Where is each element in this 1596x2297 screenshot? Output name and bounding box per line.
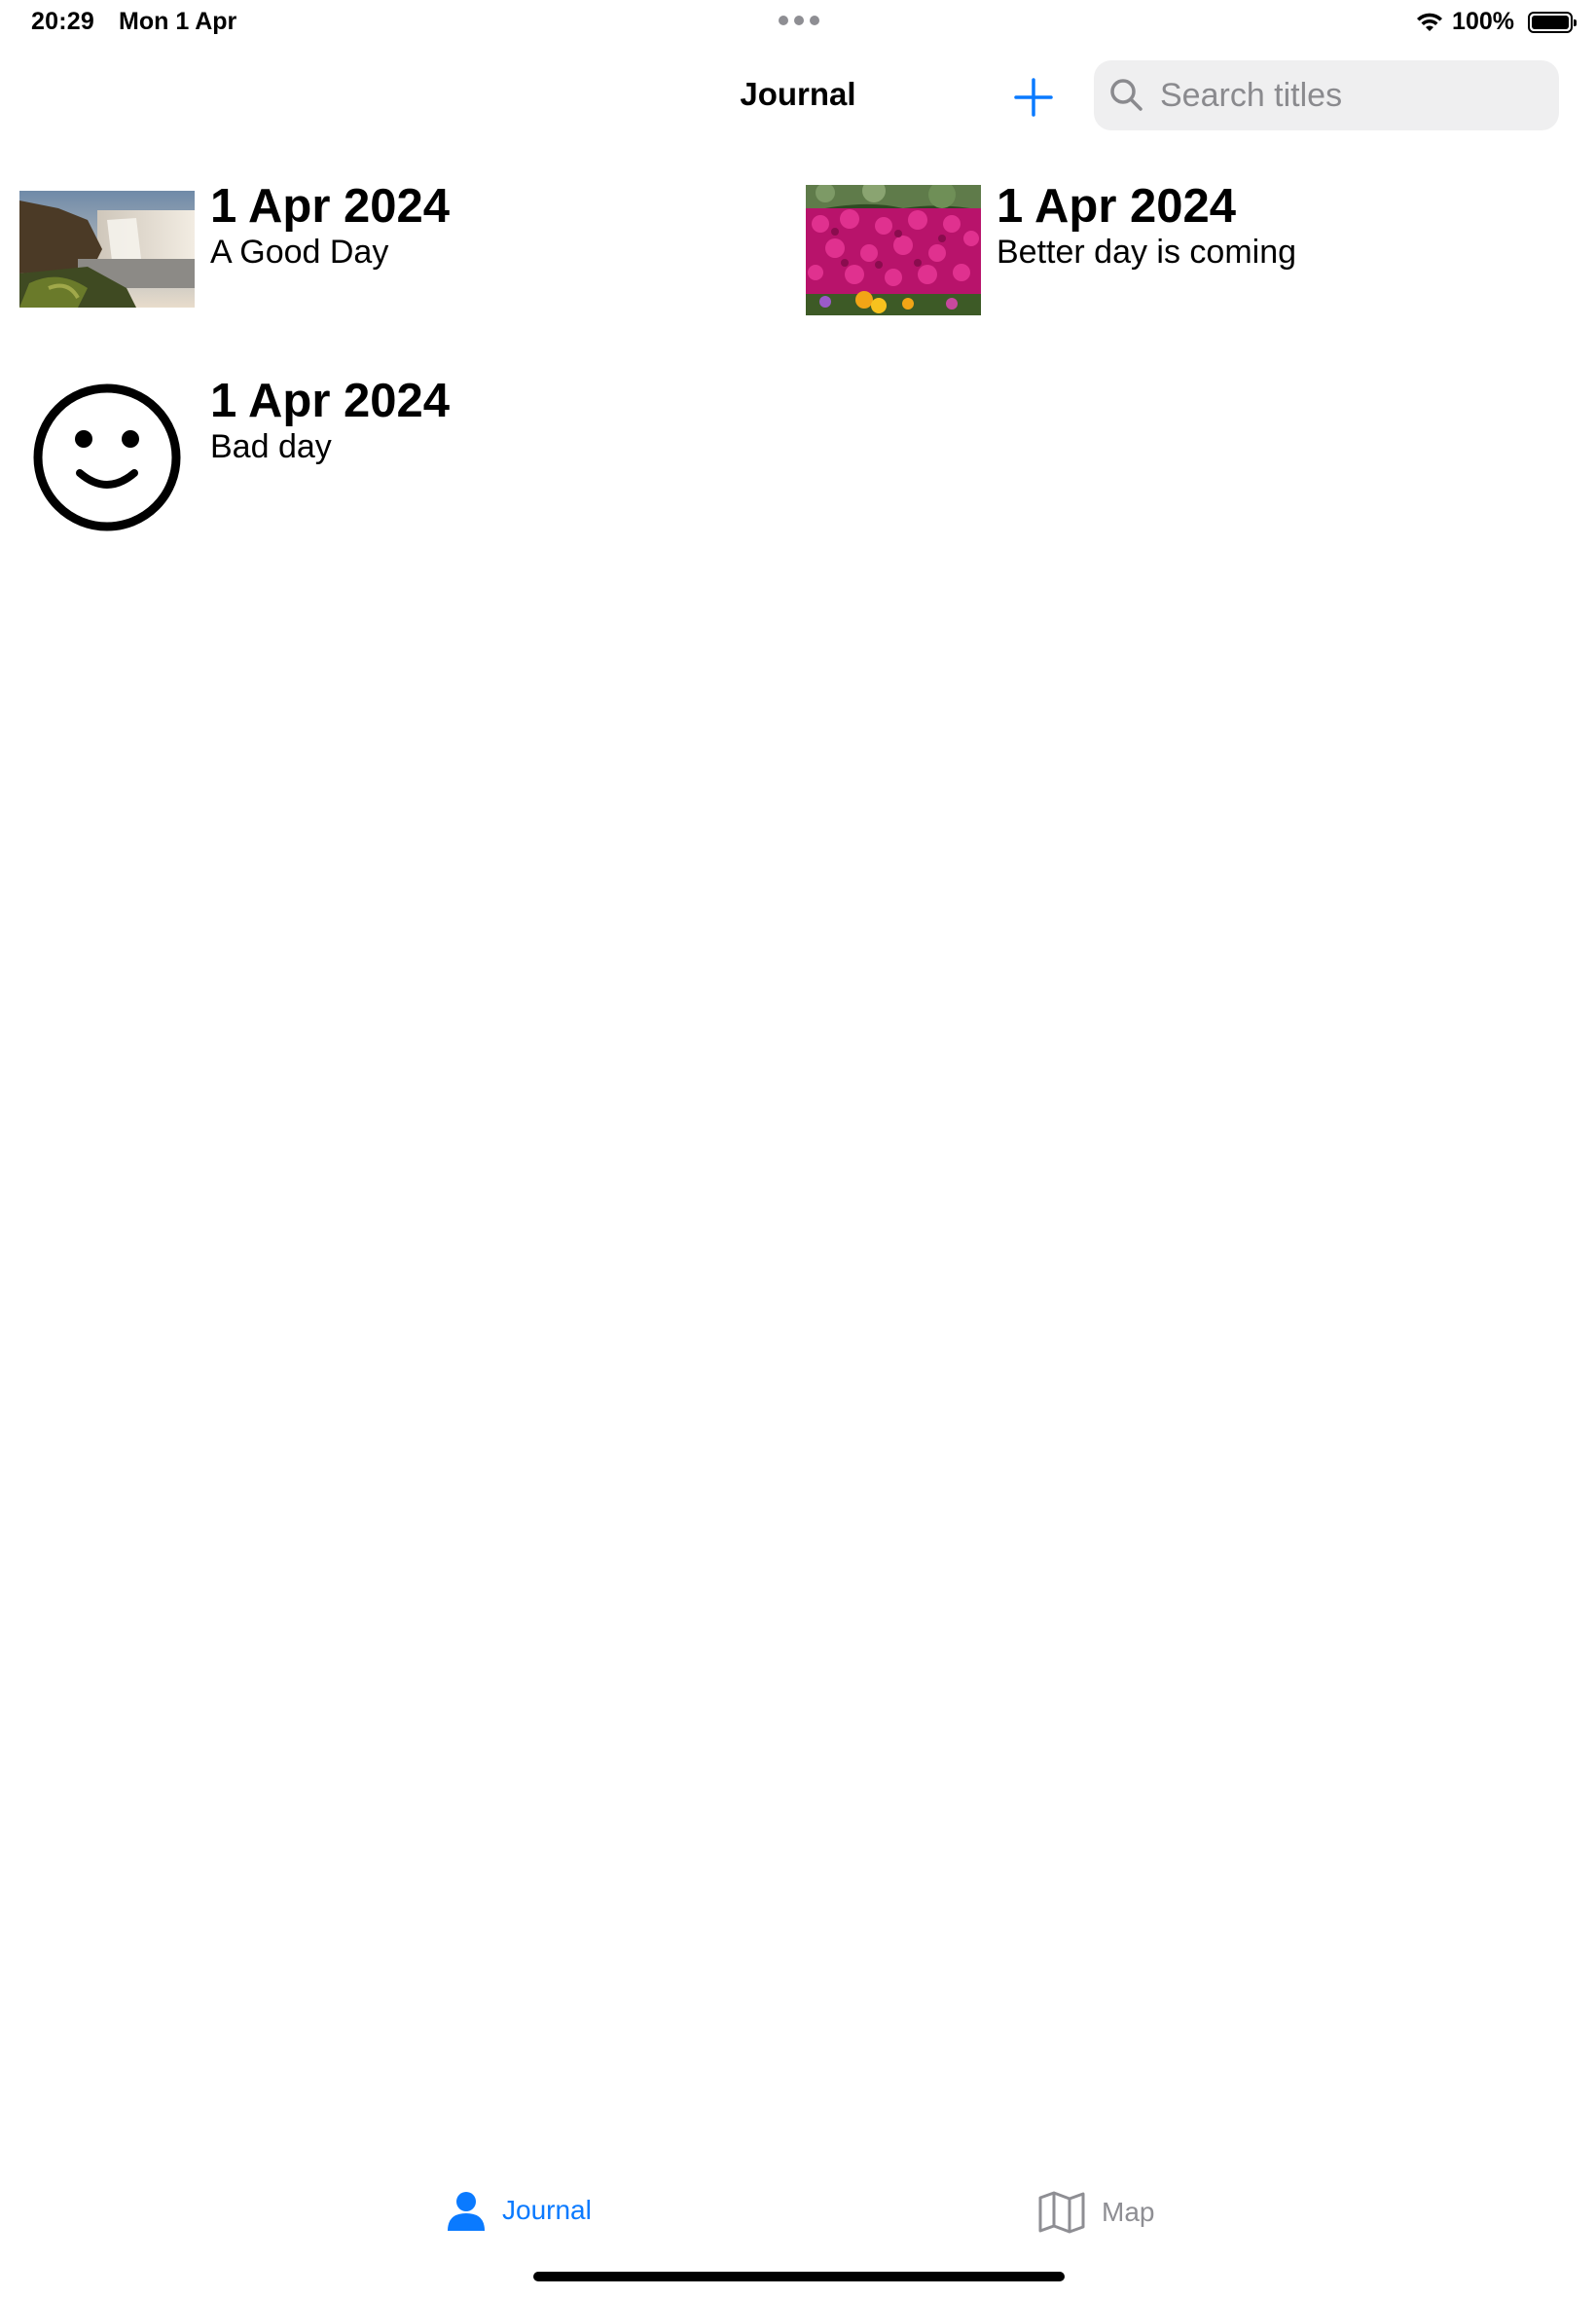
wifi-icon: [1417, 13, 1443, 31]
entry-date: 1 Apr 2024: [210, 375, 451, 427]
entry-date: 1 Apr 2024: [997, 180, 1237, 233]
smiley-face-icon: [29, 380, 185, 535]
tab-label: Journal: [502, 2195, 592, 2225]
status-date: Mon 1 Apr: [119, 8, 237, 35]
entry-date: 1 Apr 2024: [210, 180, 451, 233]
dot: [810, 16, 819, 25]
multitasking-dots[interactable]: [779, 16, 819, 25]
journal-screen: 20:29 Mon 1 Apr 100% Journal Search titl…: [0, 0, 1596, 2297]
entry-title: A Good Day: [210, 234, 389, 271]
battery-percentage: 100%: [1452, 8, 1514, 35]
plus-icon: [1014, 78, 1053, 117]
battery-level: [1532, 15, 1569, 29]
tab-bar: Journal Map: [0, 2170, 1596, 2268]
journal-entry[interactable]: 1 Apr 2024 Bad day: [19, 375, 759, 535]
waterfall-photo: [19, 191, 195, 308]
map-icon: [1038, 2191, 1085, 2234]
entry-title: Bad day: [210, 428, 332, 465]
tab-journal[interactable]: Journal: [446, 2190, 592, 2231]
journal-entry[interactable]: 1 Apr 2024 Better day is coming: [806, 180, 1545, 321]
pink-flowers-photo: [806, 185, 981, 315]
status-indicators: 100%: [1415, 8, 1577, 36]
search-bar[interactable]: [1094, 60, 1559, 130]
status-bar: 20:29 Mon 1 Apr 100%: [0, 0, 1596, 47]
status-time: 20:29: [31, 8, 94, 35]
battery-icon: [1528, 11, 1577, 33]
entry-title: Better day is coming: [997, 234, 1297, 271]
person-icon: [448, 2192, 485, 2231]
home-indicator[interactable]: [533, 2272, 1065, 2281]
dot: [794, 16, 804, 25]
journal-entry[interactable]: 1 Apr 2024 A Good Day: [19, 180, 759, 321]
add-entry-button[interactable]: [1012, 76, 1055, 119]
search-input[interactable]: [1158, 75, 1551, 116]
tab-map[interactable]: Map: [1037, 2190, 1154, 2235]
search-icon: [1110, 79, 1143, 111]
dot: [779, 16, 788, 25]
tab-label: Map: [1102, 2197, 1155, 2227]
